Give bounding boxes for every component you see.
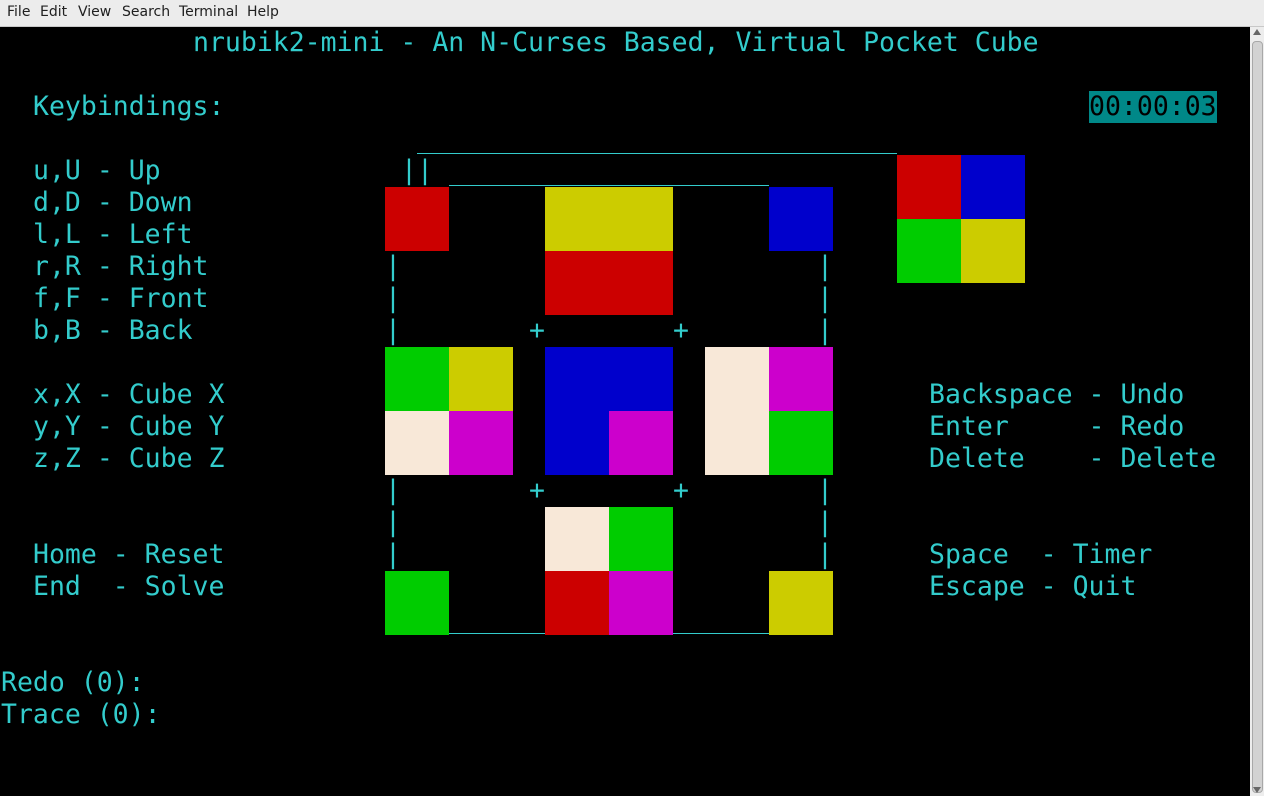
cube-frame-plus: + bbox=[673, 475, 689, 506]
left-face-sticker bbox=[449, 347, 513, 411]
right-face-sticker bbox=[705, 347, 769, 411]
cube-frame-bar: | bbox=[817, 475, 833, 506]
app-title: nrubik2-mini - An N-Curses Based, Virtua… bbox=[193, 27, 1039, 58]
cube-frame-bar: | bbox=[817, 283, 833, 314]
back-face-sticker bbox=[897, 219, 961, 283]
key-up: u,U - Up bbox=[33, 155, 161, 186]
menu-edit[interactable]: Edit bbox=[40, 4, 67, 20]
key-cube-y: y,Y - Cube Y bbox=[33, 411, 225, 442]
back-face-sticker bbox=[961, 219, 1025, 283]
back-face-sticker bbox=[897, 155, 961, 219]
front-face-sticker bbox=[545, 411, 609, 475]
back-face-sticker bbox=[961, 155, 1025, 219]
cube-frame-top-outer bbox=[417, 153, 897, 154]
menu-view[interactable]: View bbox=[78, 4, 111, 20]
menu-search[interactable]: Search bbox=[122, 4, 170, 20]
scroll-down-arrow-icon[interactable] bbox=[1253, 787, 1261, 793]
right-face-sticker bbox=[769, 411, 833, 475]
keybindings-header: Keybindings: bbox=[33, 91, 225, 122]
key-solve: End - Solve bbox=[33, 571, 225, 602]
menu-file[interactable]: File bbox=[7, 4, 30, 20]
key-quit: Escape - Quit bbox=[929, 571, 1137, 602]
cube-frame-bar: | bbox=[385, 539, 401, 570]
redo-status: Redo (0): bbox=[1, 667, 145, 698]
key-delete: Delete - Delete bbox=[929, 443, 1217, 474]
down-back-left-sticker bbox=[385, 571, 449, 635]
key-back: b,B - Back bbox=[33, 315, 193, 346]
up-back-right-sticker bbox=[769, 187, 833, 251]
scroll-thumb[interactable] bbox=[1252, 41, 1263, 793]
down-face-sticker bbox=[545, 571, 609, 635]
up-face-sticker bbox=[545, 187, 609, 251]
vertical-scrollbar[interactable] bbox=[1250, 27, 1264, 796]
up-face-sticker bbox=[609, 187, 673, 251]
cube-frame-top-inner bbox=[449, 185, 769, 186]
cube-frame-bar: | bbox=[385, 251, 401, 282]
cube-frame-bar: | bbox=[817, 507, 833, 538]
cube-frame-plus: + bbox=[529, 475, 545, 506]
right-face-sticker bbox=[769, 347, 833, 411]
key-redo: Enter - Redo bbox=[929, 411, 1185, 442]
cube-frame-double-bar: || bbox=[401, 155, 433, 186]
cube-frame-bar: | bbox=[817, 539, 833, 570]
up-face-sticker bbox=[545, 251, 609, 315]
key-front: f,F - Front bbox=[33, 283, 209, 314]
down-face-sticker bbox=[545, 507, 609, 571]
timer-display: 00:00:03 bbox=[1089, 91, 1217, 123]
key-cube-x: x,X - Cube X bbox=[33, 379, 225, 410]
front-face-sticker bbox=[609, 411, 673, 475]
menu-terminal[interactable]: Terminal bbox=[179, 4, 238, 20]
cube-frame-plus: + bbox=[529, 315, 545, 346]
scroll-up-arrow-icon[interactable] bbox=[1253, 29, 1261, 35]
key-right: r,R - Right bbox=[33, 251, 209, 282]
cube-frame-bar: | bbox=[385, 315, 401, 346]
cube-frame-bar: | bbox=[385, 283, 401, 314]
cube-frame-bar: | bbox=[385, 475, 401, 506]
right-face-sticker bbox=[705, 411, 769, 475]
cube-frame-bar: | bbox=[385, 507, 401, 538]
down-face-sticker bbox=[609, 571, 673, 635]
cube-frame-plus: + bbox=[673, 315, 689, 346]
key-timer: Space - Timer bbox=[929, 539, 1153, 570]
cube-frame-bar: | bbox=[817, 251, 833, 282]
key-down: d,D - Down bbox=[33, 187, 193, 218]
menu-bar: File Edit View Search Terminal Help bbox=[0, 0, 1264, 27]
key-cube-z: z,Z - Cube Z bbox=[33, 443, 225, 474]
trace-status: Trace (0): bbox=[1, 699, 161, 730]
left-face-sticker bbox=[449, 411, 513, 475]
up-face-sticker bbox=[609, 251, 673, 315]
up-back-left-sticker bbox=[385, 187, 449, 251]
down-back-right-sticker bbox=[769, 571, 833, 635]
down-face-sticker bbox=[609, 507, 673, 571]
key-reset: Home - Reset bbox=[33, 539, 225, 570]
front-face-sticker bbox=[609, 347, 673, 411]
left-face-sticker bbox=[385, 347, 449, 411]
left-face-sticker bbox=[385, 411, 449, 475]
key-undo: Backspace - Undo bbox=[929, 379, 1185, 410]
cube-frame-bar: | bbox=[817, 315, 833, 346]
front-face-sticker bbox=[545, 347, 609, 411]
menu-help[interactable]: Help bbox=[247, 4, 279, 20]
key-left: l,L - Left bbox=[33, 219, 193, 250]
